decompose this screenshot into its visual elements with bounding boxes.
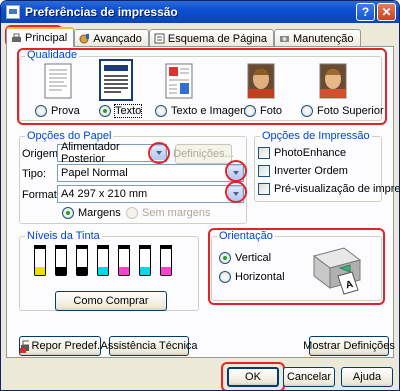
no-margins-radio[interactable]: Sem margens [126,207,210,219]
quality-option-draft[interactable]: Prova [35,105,80,117]
horizontal-radio[interactable]: Horizontal [219,271,285,283]
settings-icon [79,33,90,44]
margins-radio[interactable]: Margens [62,207,121,219]
checkbox-label: Pré-visualização de impressão [274,183,400,195]
type-dropdown-arrow-icon[interactable] [228,165,243,180]
draft-quality-icon [44,63,72,99]
radio-button [301,105,313,117]
ink-level-fill [35,266,45,275]
radio-button [62,207,74,219]
source-label: Origem: [22,148,62,160]
quality-option-label: Foto [260,105,283,117]
print-preview-checkbox[interactable]: Pré-visualização de impressão [258,183,400,195]
print-options-group-label: Opções de Impressão [260,130,372,142]
radio-button [35,105,47,117]
vertical-label: Vertical [235,252,272,264]
close-button[interactable]: ✕ [377,3,396,21]
tab-label: Esquema de Página [167,32,267,45]
radio-button [155,105,167,117]
reset-defaults-button[interactable]: Repor Predef. [19,336,101,356]
checkbox-label: Inverter Ordem [274,165,348,177]
horizontal-label: Horizontal [235,271,285,283]
radio-button [99,105,111,117]
help-button[interactable]: Ajuda [341,367,393,387]
ink-levels-group-label: Níveis da Tinta [25,230,102,242]
vertical-radio[interactable]: Vertical [219,252,271,264]
tab-label: Principal [25,32,68,44]
ink-level-fill [140,266,150,275]
tab-label: Manutenção [293,32,354,45]
tab-esquema-pagina[interactable]: Esquema de Página [148,29,274,47]
type-value: Papel Normal [61,167,128,179]
tab-manutencao[interactable]: Manutenção [274,29,361,47]
help-title-button[interactable]: ? [356,3,375,21]
printer-icon [20,340,29,353]
ink-cartridge [97,245,109,276]
quality-option-text[interactable]: Texto [99,104,143,118]
ink-cartridge [118,245,130,276]
ink-level-fill [56,266,66,275]
quality-group-label: Qualidade [25,49,80,61]
tab-principal[interactable]: Principal [6,27,75,47]
ink-cartridge [76,245,88,276]
ink-cartridge [34,245,46,276]
checkbox-label: PhotoEnhance [274,147,347,159]
text-quality-icon [99,59,133,101]
superior-photo-quality-icon [319,63,347,99]
quality-option-photo[interactable]: Foto [244,105,282,117]
checkbox-box [258,165,270,177]
text-image-quality-icon [165,63,193,99]
radio-button [244,105,256,117]
quality-option-label: Foto Superior [317,105,384,117]
ink-level-fill [119,266,129,275]
type-select[interactable]: Papel Normal [57,164,244,182]
type-label: Tipo: [22,168,47,180]
printer-icon [11,33,22,44]
tech-support-button[interactable]: Assistência Técnica [101,336,198,356]
orientation-group-label: Orientação [217,230,275,242]
ink-level-fill [77,266,87,275]
checkbox-box [258,183,270,195]
page-layout-icon [154,33,165,44]
radio-button [219,271,231,283]
radio-button [219,252,231,264]
format-dropdown-arrow-icon[interactable] [228,186,243,201]
tab-strip: Principal Avançado Esquema de Página Man… [6,27,361,47]
quality-option-label: Prova [51,105,80,117]
reverse-order-checkbox[interactable]: Inverter Ordem [258,165,348,177]
tab-avancado[interactable]: Avançado [74,29,149,47]
cancel-button[interactable]: Cancelar [283,367,335,387]
maintenance-icon [279,33,290,44]
ok-button[interactable]: OK [227,367,279,387]
print-preferences-window: Preferências de impressão ? ✕ Principal … [0,0,400,391]
window-title: Preferências de impressão [25,5,178,19]
no-margins-label: Sem margens [142,207,211,219]
quality-option-label: Texto e Imagem [171,105,250,117]
quality-option-superior-photo[interactable]: Foto Superior [301,105,384,117]
format-value: A4 297 x 210 mm [61,188,148,200]
tab-label: Avançado [93,32,142,45]
how-to-buy-button[interactable]: Como Comprar [55,291,167,311]
ink-cartridge [139,245,151,276]
ink-level-fill [98,266,108,275]
photo-quality-icon [247,63,275,99]
ink-level-fill [161,266,171,275]
printer-orientation-icon: A [312,247,362,295]
title-bar: Preferências de impressão ? ✕ [1,1,399,23]
ink-cartridge [55,245,67,276]
source-dropdown-arrow-icon[interactable] [151,145,166,160]
format-select[interactable]: A4 297 x 210 mm [57,185,244,203]
paper-settings-button[interactable]: Definições... [173,144,234,164]
quality-option-label: Texto [113,104,143,118]
radio-button [126,207,138,219]
show-settings-button[interactable]: Mostrar Definições [303,336,395,356]
checkbox-box [258,147,270,159]
ink-cartridge [160,245,172,276]
margins-label: Margens [78,207,121,219]
printer-icon [6,5,20,19]
reset-defaults-label: Repor Predef. [31,340,100,352]
photoenhance-checkbox[interactable]: PhotoEnhance [258,147,346,159]
quality-option-text-image[interactable]: Texto e Imagem [155,105,249,117]
